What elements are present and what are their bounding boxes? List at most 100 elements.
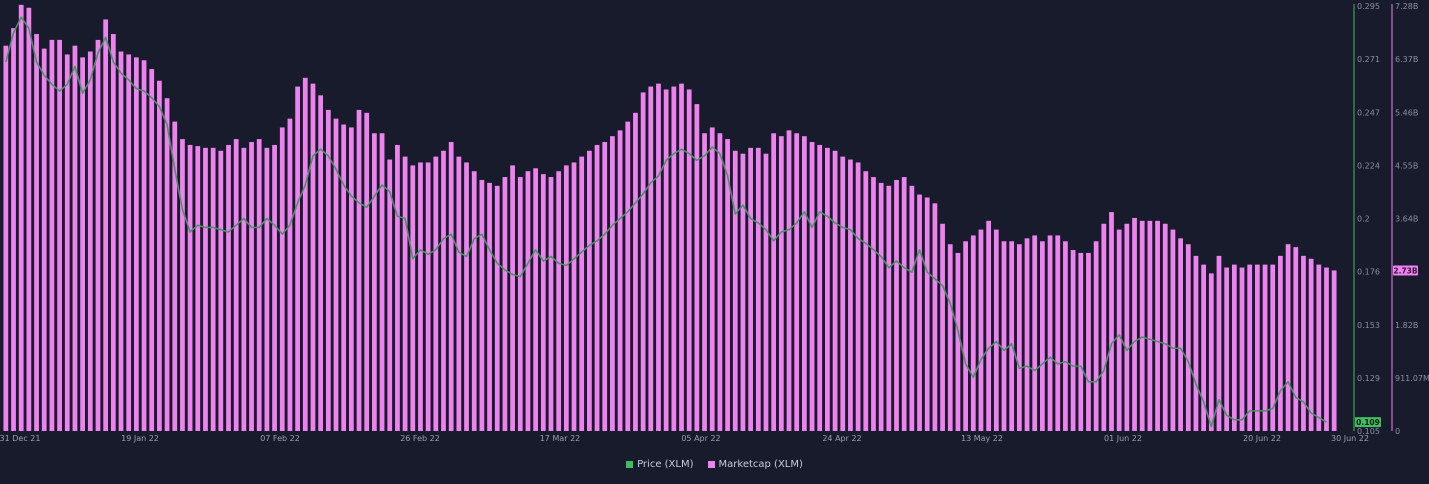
marketcap-bar — [970, 235, 976, 431]
date-tick-label: 17 Mar 22 — [540, 434, 581, 443]
marketcap-bar — [433, 156, 439, 431]
legend-price-label: Price (XLM) — [637, 459, 694, 470]
marketcap-bar — [963, 241, 968, 431]
marketcap-bar — [157, 80, 162, 431]
marketcap-bar — [110, 34, 116, 432]
marketcap-bar — [848, 159, 853, 432]
legend-marketcap[interactable]: Marketcap (XLM) — [707, 459, 803, 470]
marketcap-bar — [11, 28, 16, 432]
marketcap-bar — [487, 182, 492, 431]
marketcap-bar — [57, 39, 62, 432]
marketcap-bar — [1316, 264, 1322, 431]
marketcap-bar — [540, 174, 546, 431]
marketcap-bar — [563, 165, 569, 432]
marketcap-bar — [180, 139, 185, 431]
marketcap-bar — [218, 150, 224, 431]
marketcap-bar — [855, 162, 861, 431]
marketcap-bar — [318, 95, 324, 431]
marketcap-bar — [1285, 244, 1291, 431]
marketcap-bar — [794, 133, 800, 431]
marketcap-bar — [755, 147, 761, 432]
marketcap-bar — [348, 127, 354, 432]
marketcap-bar — [1139, 220, 1145, 431]
marketcap-bar — [801, 136, 807, 431]
marketcap-bar — [395, 144, 400, 431]
marketcap-bar — [740, 153, 746, 431]
marketcap-bar — [187, 144, 193, 431]
marketcap-bar — [226, 144, 231, 431]
marketcap-bar — [648, 86, 654, 431]
marketcap-bar — [1262, 264, 1268, 431]
marketcap-bar — [517, 177, 523, 431]
marketcap-bar — [786, 130, 792, 431]
marketcap-bar — [594, 144, 600, 431]
marketcap-bar — [41, 48, 47, 432]
marketcap-bar — [886, 185, 892, 431]
marketcap-bar — [425, 162, 431, 431]
marketcap-bar — [1070, 250, 1076, 431]
marketcap-bar — [418, 162, 423, 431]
marketcap-bar — [149, 69, 155, 432]
marketcap-bar — [1255, 264, 1260, 431]
marketcap-tick-label: 0 — [1395, 427, 1400, 436]
marketcap-bar — [364, 112, 370, 431]
marketcap-bar — [372, 133, 377, 431]
marketcap-bar — [525, 171, 531, 431]
marketcap-bar — [1278, 255, 1283, 431]
marketcap-bar — [917, 194, 922, 431]
marketcap-tick-label: 7.28B — [1395, 2, 1418, 11]
marketcap-bar — [272, 144, 277, 431]
marketcap-bar — [80, 57, 85, 432]
marketcap-bar — [456, 156, 462, 431]
marketcap-bar — [310, 83, 316, 431]
marketcap-bar — [709, 127, 715, 432]
chart-legend: Price (XLM) Marketcap (XLM) — [0, 459, 1429, 470]
marketcap-bar — [1224, 267, 1230, 431]
date-tick-label: 05 Apr 22 — [681, 434, 720, 443]
marketcap-bar — [118, 51, 124, 431]
marketcap-bar — [241, 147, 247, 432]
price-axis: 0.295 0.271 0.247 0.224 0.2 0.176 0.153 0.129 0.… — [1353, 2, 1380, 436]
marketcap-bar — [840, 156, 846, 431]
marketcap-bar — [233, 139, 239, 431]
marketcap-bar — [1147, 220, 1153, 431]
marketcap-bar — [1101, 223, 1107, 431]
marketcap-bar — [871, 177, 876, 431]
marketcap-bar — [633, 112, 638, 431]
marketcap-bar — [141, 60, 147, 431]
marketcap-bar — [1308, 258, 1314, 431]
marketcap-bars — [3, 4, 1337, 432]
marketcap-bar — [1093, 241, 1099, 431]
marketcap-swatch-icon — [707, 461, 715, 468]
legend-price[interactable]: Price (XLM) — [626, 459, 694, 470]
marketcap-bar — [940, 223, 945, 431]
marketcap-bar — [387, 159, 393, 432]
marketcap-tick-label: 911.07M — [1395, 374, 1429, 383]
marketcap-bar — [203, 147, 208, 432]
date-tick-label: 07 Feb 22 — [260, 434, 300, 443]
marketcap-bar — [694, 104, 700, 431]
marketcap-bar — [1293, 247, 1299, 431]
date-axis: 31 Dec 21 19 Jan 22 07 Feb 22 26 Feb 22 17 M… — [0, 434, 1369, 443]
marketcap-bar — [264, 147, 270, 432]
date-tick-label: 01 Jun 22 — [1104, 434, 1142, 443]
price-tick-label: 0.295 — [1357, 2, 1380, 11]
marketcap-bar — [341, 124, 347, 431]
legend-marketcap-label: Marketcap (XLM) — [718, 459, 803, 470]
marketcap-bar — [640, 92, 646, 432]
price-tick-label: 0.176 — [1357, 268, 1380, 277]
marketcap-bar — [1001, 241, 1007, 431]
marketcap-bar — [671, 86, 677, 431]
marketcap-bar — [809, 142, 815, 431]
marketcap-bar — [103, 19, 109, 432]
date-tick-label: 30 Jun 22 — [1331, 434, 1369, 443]
date-tick-label: 24 Apr 22 — [822, 434, 861, 443]
marketcap-bar — [1178, 238, 1183, 431]
marketcap-bar — [49, 39, 55, 432]
price-tick-label: 0.153 — [1357, 321, 1380, 330]
date-tick-label: 31 Dec 21 — [0, 434, 40, 443]
marketcap-bar — [1116, 229, 1122, 431]
marketcap-bar — [302, 77, 308, 431]
marketcap-bar — [986, 220, 992, 431]
marketcap-bar — [1132, 217, 1137, 431]
